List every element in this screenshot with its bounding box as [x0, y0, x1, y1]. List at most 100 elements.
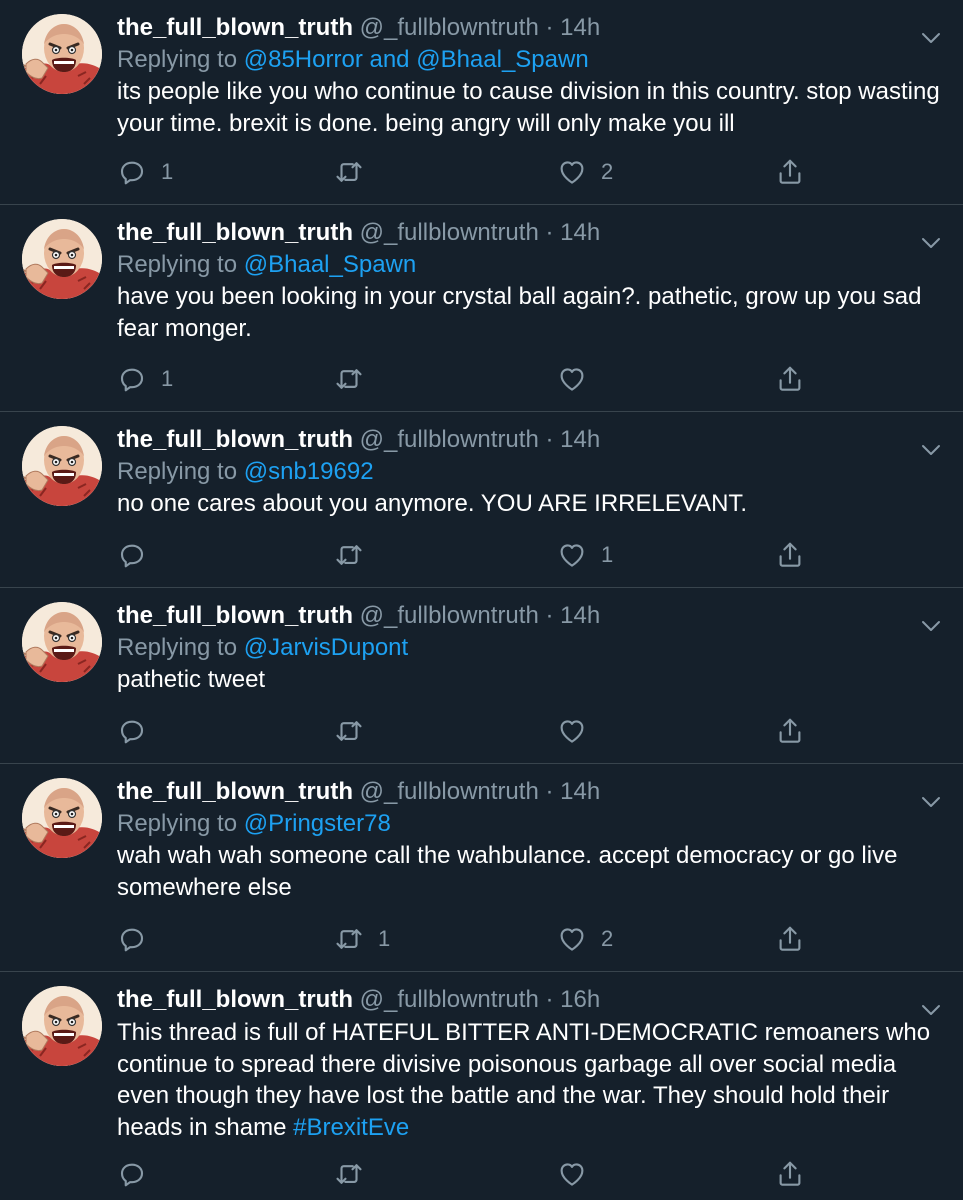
mention-link[interactable]: @JarvisDupont	[244, 634, 408, 661]
reply-count: 1	[161, 159, 174, 184]
reply-button[interactable]	[117, 540, 161, 570]
avatar[interactable]	[22, 14, 102, 94]
like-button[interactable]: 2	[557, 924, 613, 954]
avatar[interactable]	[22, 602, 102, 682]
author-name[interactable]: the_full_blown_truth	[117, 426, 353, 453]
like-count: 2	[601, 159, 614, 184]
tweet-header: the_full_blown_truth @_fullblowntruth · …	[117, 600, 943, 632]
share-button[interactable]	[775, 540, 805, 570]
share-button[interactable]	[775, 716, 805, 746]
tweet-text-body: pathetic tweet	[117, 666, 266, 693]
timestamp[interactable]: 14h	[560, 778, 600, 805]
tweet[interactable]: the_full_blown_truth @_fullblowntruth · …	[0, 205, 963, 412]
avatar[interactable]	[22, 986, 102, 1066]
author-handle[interactable]: @_fullblowntruth	[360, 219, 539, 246]
replying-to-label: Replying to	[117, 251, 238, 278]
tweet-timeline: the_full_blown_truth @_fullblowntruth · …	[0, 0, 963, 1200]
retweet-button[interactable]	[334, 157, 378, 187]
reply-button[interactable]	[117, 924, 161, 954]
share-icon	[775, 364, 805, 394]
author-handle[interactable]: @_fullblowntruth	[360, 778, 539, 805]
tweet-text: pathetic tweet	[117, 664, 943, 696]
tweet-text: This thread is full of HATEFUL BITTER AN…	[117, 1017, 943, 1143]
author-handle[interactable]: @_fullblowntruth	[360, 602, 539, 629]
author-name[interactable]: the_full_blown_truth	[117, 778, 353, 805]
tweet-text: wah wah wah someone call the wahbulance.…	[117, 840, 943, 903]
tweet[interactable]: the_full_blown_truth @_fullblowntruth · …	[0, 412, 963, 588]
tweet[interactable]: the_full_blown_truth @_fullblowntruth · …	[0, 588, 963, 764]
more-options-chevron-down-icon[interactable]	[919, 30, 943, 46]
like-button[interactable]: 1	[557, 540, 613, 570]
reply-button[interactable]: 1	[117, 364, 173, 394]
tweet-text-body: have you been looking in your crystal ba…	[117, 283, 922, 342]
retweet-button[interactable]	[334, 1159, 378, 1189]
timestamp[interactable]: 14h	[560, 602, 600, 629]
tweet-header: the_full_blown_truth @_fullblowntruth · …	[117, 776, 943, 808]
retweet-button[interactable]	[334, 540, 378, 570]
reply-button[interactable]	[117, 716, 161, 746]
author-name[interactable]: the_full_blown_truth	[117, 602, 353, 629]
retweet-button[interactable]: 1	[334, 924, 390, 954]
avatar[interactable]	[22, 426, 102, 506]
tweet[interactable]: the_full_blown_truth @_fullblowntruth · …	[0, 0, 963, 205]
replying-to-label: Replying to	[117, 634, 238, 661]
like-button[interactable]: 2	[557, 157, 613, 187]
tweet-header: the_full_blown_truth @_fullblowntruth · …	[117, 12, 943, 44]
tweet[interactable]: the_full_blown_truth @_fullblowntruth · …	[0, 972, 963, 1200]
share-icon	[775, 924, 805, 954]
separator: ·	[545, 426, 554, 453]
like-button[interactable]	[557, 364, 601, 394]
mention-link[interactable]: @Bhaal_Spawn	[244, 251, 416, 278]
author-handle[interactable]: @_fullblowntruth	[360, 986, 539, 1013]
retweet-icon	[334, 1159, 364, 1189]
mention-link[interactable]: @snb19692	[244, 458, 374, 485]
retweet-button[interactable]	[334, 716, 378, 746]
separator: ·	[545, 219, 554, 246]
more-options-chevron-down-icon[interactable]	[919, 794, 943, 810]
replying-to: Replying to @Bhaal_Spawn	[117, 249, 943, 280]
mention-link[interactable]: @Bhaal_Spawn	[416, 46, 588, 73]
tweet-text: have you been looking in your crystal ba…	[117, 281, 943, 344]
reply-count: 1	[161, 366, 174, 391]
hashtag-link[interactable]: #BrexitEve	[293, 1114, 409, 1141]
more-options-chevron-down-icon[interactable]	[919, 618, 943, 634]
tweet-actions: 1 2	[117, 924, 813, 954]
tweet-actions: 1	[117, 540, 813, 570]
more-options-chevron-down-icon[interactable]	[919, 1002, 943, 1018]
author-name[interactable]: the_full_blown_truth	[117, 14, 353, 41]
avatar[interactable]	[22, 778, 102, 858]
share-button[interactable]	[775, 1159, 805, 1189]
timestamp[interactable]: 16h	[560, 986, 600, 1013]
author-name[interactable]: the_full_blown_truth	[117, 219, 353, 246]
author-name[interactable]: the_full_blown_truth	[117, 986, 353, 1013]
replying-to-label: Replying to	[117, 810, 238, 837]
reply-icon	[117, 924, 147, 954]
retweet-button[interactable]	[334, 364, 378, 394]
reply-icon	[117, 1159, 147, 1189]
timestamp[interactable]: 14h	[560, 219, 600, 246]
avatar[interactable]	[22, 219, 102, 299]
author-handle[interactable]: @_fullblowntruth	[360, 14, 539, 41]
separator: ·	[545, 778, 554, 805]
mention-link[interactable]: @Pringster78	[244, 810, 391, 837]
like-button[interactable]	[557, 1159, 601, 1189]
share-icon	[775, 540, 805, 570]
tweet[interactable]: the_full_blown_truth @_fullblowntruth · …	[0, 764, 963, 972]
reply-button[interactable]	[117, 1159, 161, 1189]
timestamp[interactable]: 14h	[560, 426, 600, 453]
tweet-text-body: wah wah wah someone call the wahbulance.…	[117, 842, 898, 901]
reply-button[interactable]: 1	[117, 157, 173, 187]
more-options-chevron-down-icon[interactable]	[919, 235, 943, 251]
mention-link[interactable]: @85Horror	[244, 46, 363, 73]
share-button[interactable]	[775, 157, 805, 187]
like-button[interactable]	[557, 716, 601, 746]
timestamp[interactable]: 14h	[560, 14, 600, 41]
more-options-chevron-down-icon[interactable]	[919, 442, 943, 458]
heart-icon	[557, 924, 587, 954]
retweet-icon	[334, 716, 364, 746]
author-handle[interactable]: @_fullblowntruth	[360, 426, 539, 453]
share-button[interactable]	[775, 924, 805, 954]
share-button[interactable]	[775, 364, 805, 394]
heart-icon	[557, 1159, 587, 1189]
heart-icon	[557, 157, 587, 187]
